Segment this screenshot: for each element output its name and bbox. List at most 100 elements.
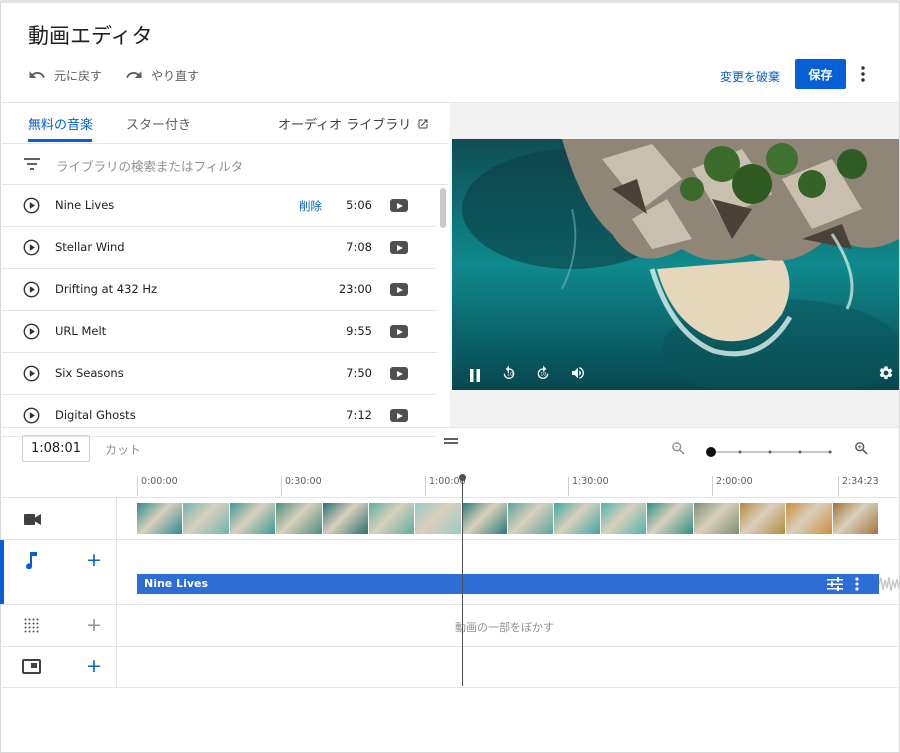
playhead-handle[interactable] xyxy=(459,474,466,481)
audio-more-icon[interactable] xyxy=(855,577,859,591)
undo-icon xyxy=(29,71,45,78)
zoom-in-icon[interactable] xyxy=(853,440,870,461)
ruler-label: 1:30:00 xyxy=(572,476,609,487)
blur-icon xyxy=(24,618,39,637)
track-row[interactable]: Nine Lives 削除 5:06 xyxy=(0,185,437,227)
video-thumbnail xyxy=(739,503,786,534)
audio-library-link[interactable]: オーディオ ライブラリ xyxy=(278,114,429,133)
beach-aerial-image xyxy=(452,139,899,390)
svg-text:10: 10 xyxy=(540,372,546,378)
save-button[interactable]: 保存 xyxy=(795,59,846,89)
zoom-out-icon[interactable] xyxy=(670,440,687,461)
external-link-icon xyxy=(418,119,428,128)
track-duration: 5:06 xyxy=(346,198,372,212)
track-duration: 7:08 xyxy=(346,240,372,254)
redo-button[interactable]: やり直す xyxy=(125,66,199,84)
volume-icon[interactable] xyxy=(570,365,586,385)
track-name: Six Seasons xyxy=(55,366,124,380)
filter-icon xyxy=(24,158,40,170)
zoom-slider[interactable] xyxy=(706,443,836,462)
track-row[interactable]: Digital Ghosts 7:12 xyxy=(0,395,437,437)
youtube-icon[interactable] xyxy=(390,283,408,296)
scrollbar[interactable] xyxy=(440,188,446,228)
music-note-icon xyxy=(24,552,38,573)
row-divider xyxy=(0,646,899,647)
track-row[interactable]: URL Melt 9:55 xyxy=(0,311,437,353)
play-circle-icon[interactable] xyxy=(23,365,40,382)
more-options-icon[interactable] xyxy=(856,64,870,84)
redo-label: やり直す xyxy=(151,68,200,83)
play-circle-icon[interactable] xyxy=(23,407,40,424)
add-end-screen-button[interactable]: + xyxy=(86,657,102,676)
undo-button[interactable]: 元に戻す xyxy=(28,66,102,84)
filter-placeholder: ライブラリの検索またはフィルタ xyxy=(56,159,244,174)
track-duration: 9:55 xyxy=(346,324,372,338)
undo-label: 元に戻す xyxy=(54,68,103,83)
track-row[interactable]: Drifting at 432 Hz 23:00 xyxy=(0,269,437,311)
video-thumbnail xyxy=(137,503,183,534)
audio-waveform xyxy=(878,574,900,598)
ruler-tick xyxy=(838,476,839,496)
current-time-field[interactable]: 1:08:01 xyxy=(22,435,90,462)
play-circle-icon[interactable] xyxy=(23,197,40,214)
video-thumbnail xyxy=(322,503,368,534)
row-header-separator xyxy=(116,497,117,688)
cut-button[interactable]: カット xyxy=(105,441,141,458)
library-filter-bar[interactable]: ライブラリの検索またはフィルタ xyxy=(0,143,448,185)
video-thumbnail xyxy=(647,503,693,534)
audio-track-bar[interactable]: Nine Lives xyxy=(137,574,879,594)
video-thumbnail xyxy=(832,503,878,534)
youtube-icon[interactable] xyxy=(390,367,408,380)
track-name: Nine Lives xyxy=(55,198,115,212)
ruler-tick xyxy=(568,476,569,496)
row-divider xyxy=(0,687,899,688)
track-row[interactable]: Six Seasons 7:50 xyxy=(0,353,437,395)
youtube-icon[interactable] xyxy=(390,199,408,212)
youtube-icon[interactable] xyxy=(390,241,408,254)
video-thumbnail xyxy=(368,503,415,534)
row-divider xyxy=(0,604,899,605)
resize-handle-icon[interactable] xyxy=(444,438,458,444)
ruler-tick xyxy=(425,476,426,496)
video-thumbnail xyxy=(183,503,229,534)
play-circle-icon[interactable] xyxy=(23,323,40,340)
ruler-tick xyxy=(281,476,282,496)
blur-placeholder-label: 動画の一部をぼかす xyxy=(455,621,554,634)
video-thumbnail xyxy=(508,503,554,534)
redo-icon xyxy=(126,71,142,78)
forward-10-icon[interactable]: 10 xyxy=(535,365,551,385)
svg-text:10: 10 xyxy=(507,372,513,378)
add-audio-button[interactable]: + xyxy=(86,551,102,570)
audio-track-label: Nine Lives xyxy=(144,577,209,590)
youtube-icon[interactable] xyxy=(390,325,408,338)
track-name: Stellar Wind xyxy=(55,240,125,254)
discard-changes-link[interactable]: 変更を破棄 xyxy=(720,68,780,85)
video-thumbnail xyxy=(600,503,647,534)
youtube-icon[interactable] xyxy=(390,409,408,422)
ruler-label: 0:30:00 xyxy=(285,476,322,487)
add-blur-button[interactable]: + xyxy=(86,616,102,635)
track-duration: 23:00 xyxy=(338,282,372,296)
video-track-icon xyxy=(24,511,41,530)
track-name: URL Melt xyxy=(55,324,107,338)
ruler-label: 2:34:23 xyxy=(842,476,879,487)
video-thumbnail xyxy=(229,503,276,534)
tab-free-music[interactable]: 無料の音楽 xyxy=(28,114,93,133)
play-circle-icon[interactable] xyxy=(23,281,40,298)
video-thumbnail xyxy=(693,503,739,534)
audio-adjust-icon[interactable] xyxy=(827,577,843,591)
tab-starred[interactable]: スター付き xyxy=(126,114,191,133)
rewind-10-icon[interactable]: 10 xyxy=(501,365,517,385)
track-duration: 7:12 xyxy=(346,408,372,422)
pause-icon[interactable] xyxy=(469,367,481,386)
video-preview[interactable]: 10 10 xyxy=(452,139,899,390)
remove-track-button[interactable]: 削除 xyxy=(299,198,322,214)
settings-icon[interactable] xyxy=(878,365,894,385)
playhead[interactable] xyxy=(462,476,463,686)
video-thumbnail xyxy=(276,503,322,534)
audio-row-indicator xyxy=(0,540,4,604)
track-row[interactable]: Stellar Wind 7:08 xyxy=(0,227,437,269)
video-thumbnail xyxy=(786,503,832,534)
track-name: Digital Ghosts xyxy=(55,408,136,422)
play-circle-icon[interactable] xyxy=(23,239,40,256)
